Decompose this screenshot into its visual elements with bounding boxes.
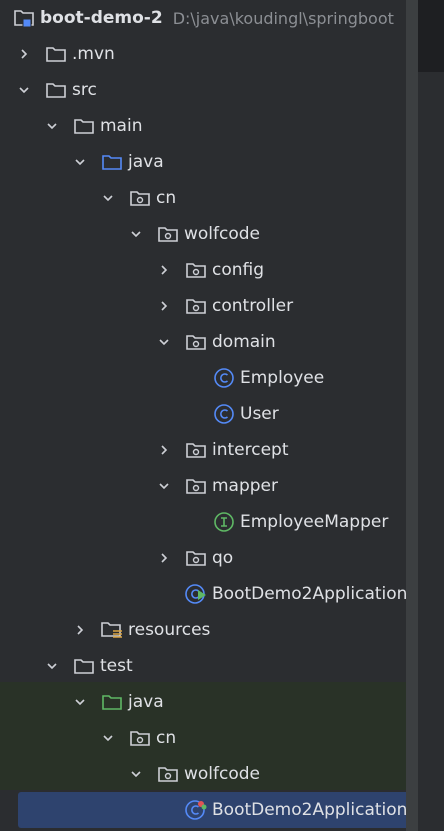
folder-icon <box>44 42 68 66</box>
chevron-down-icon[interactable] <box>128 226 144 242</box>
project-tree: boot-demo-2 D:\java\koudingl\springboot … <box>0 0 418 831</box>
tree-item-label: BootDemo2ApplicationT <box>212 800 418 820</box>
source-folder-icon <box>100 150 124 174</box>
tree-item-label: domain <box>212 332 276 352</box>
chevron-right-icon[interactable] <box>156 262 172 278</box>
module-folder-icon <box>12 6 36 30</box>
project-path: D:\java\koudingl\springboot <box>172 8 394 28</box>
tree-item-label: wolfcode <box>184 224 261 244</box>
tree-item-label: Employee <box>240 368 325 388</box>
tree-row-project-root[interactable]: boot-demo-2 D:\java\koudingl\springboot <box>0 0 418 36</box>
package-icon <box>184 330 208 354</box>
tree-item-label: BootDemo2Application <box>212 584 408 604</box>
tree-row-mapper[interactable]: mapper <box>156 468 418 504</box>
chevron-down-icon[interactable] <box>72 694 88 710</box>
tree-row-qo[interactable]: qo <box>156 540 418 576</box>
class-icon <box>212 402 236 426</box>
tree-row-app-class[interactable]: BootDemo2Application <box>184 576 418 612</box>
package-icon <box>156 762 180 786</box>
folder-icon <box>72 114 96 138</box>
tree-row-main-cn[interactable]: cn <box>100 180 418 216</box>
folder-icon <box>44 78 68 102</box>
chevron-down-icon[interactable] <box>72 154 88 170</box>
tree-item-label: main <box>100 116 143 136</box>
tree-item-label: cn <box>156 188 177 208</box>
chevron-down-icon[interactable] <box>44 118 60 134</box>
package-icon <box>128 726 152 750</box>
chevron-right-icon[interactable] <box>156 550 172 566</box>
chevron-right-icon[interactable] <box>156 298 172 314</box>
scrollbar-track[interactable] <box>418 0 444 831</box>
package-icon <box>184 258 208 282</box>
chevron-down-icon[interactable] <box>100 730 116 746</box>
package-icon <box>184 546 208 570</box>
tree-item-label: mapper <box>212 476 279 496</box>
tree-item-label: .mvn <box>72 44 115 64</box>
tree-row-test-wolfcode[interactable]: wolfcode <box>128 756 418 792</box>
tree-item-label: java <box>128 692 164 712</box>
package-icon <box>184 474 208 498</box>
chevron-down-icon[interactable] <box>156 334 172 350</box>
chevron-down-icon[interactable] <box>44 658 60 674</box>
package-icon <box>184 438 208 462</box>
chevron-down-icon[interactable] <box>100 190 116 206</box>
editor-gutter-strip <box>418 0 444 72</box>
class-icon <box>212 366 236 390</box>
tree-row-domain[interactable]: domain <box>156 324 418 360</box>
spring-boot-class-icon <box>184 582 208 606</box>
tree-item-label: EmployeeMapper <box>240 512 389 532</box>
tree-row-mvn[interactable]: .mvn <box>16 36 418 72</box>
resources-folder-icon <box>100 618 124 642</box>
package-icon <box>156 222 180 246</box>
tree-row-main-wolfcode[interactable]: wolfcode <box>128 216 418 252</box>
tree-row-employee[interactable]: Employee <box>212 360 418 396</box>
tree-row-test-class[interactable]: BootDemo2ApplicationT <box>18 792 418 828</box>
tree-row-test-java[interactable]: java <box>72 684 418 720</box>
chevron-down-icon[interactable] <box>128 766 144 782</box>
tree-item-label: config <box>212 260 265 280</box>
tree-row-test[interactable]: test <box>44 648 418 684</box>
tree-row-controller[interactable]: controller <box>156 288 418 324</box>
tree-item-label: test <box>100 656 133 676</box>
folder-icon <box>72 654 96 678</box>
tree-item-label: qo <box>212 548 234 568</box>
tree-row-employee-mapper[interactable]: EmployeeMapper <box>212 504 418 540</box>
test-class-icon <box>184 798 208 822</box>
chevron-right-icon[interactable] <box>156 442 172 458</box>
tree-item-label: controller <box>212 296 294 316</box>
tree-row-config[interactable]: config <box>156 252 418 288</box>
chevron-down-icon[interactable] <box>156 478 172 494</box>
scrollbar-thumb[interactable] <box>406 0 418 831</box>
chevron-right-icon[interactable] <box>16 46 32 62</box>
tree-row-resources[interactable]: resources <box>72 612 418 648</box>
tree-row-test-cn[interactable]: cn <box>100 720 418 756</box>
chevron-right-icon[interactable] <box>72 622 88 638</box>
tree-row-user[interactable]: User <box>212 396 418 432</box>
tree-item-label: wolfcode <box>184 764 261 784</box>
tree-item-label: java <box>128 152 164 172</box>
test-source-folder-icon <box>100 690 124 714</box>
package-icon <box>128 186 152 210</box>
project-name: boot-demo-2 <box>40 8 163 28</box>
tree-row-main[interactable]: main <box>44 108 418 144</box>
tree-item-label: cn <box>156 728 177 748</box>
tree-row-src[interactable]: src <box>16 72 418 108</box>
tree-item-label: resources <box>128 620 211 640</box>
tree-item-label: src <box>72 80 97 100</box>
tree-item-label: intercept <box>212 440 289 460</box>
tree-row-main-java[interactable]: java <box>72 144 418 180</box>
tree-row-intercept[interactable]: intercept <box>156 432 418 468</box>
interface-icon <box>212 510 236 534</box>
tree-item-label: User <box>240 404 279 424</box>
package-icon <box>184 294 208 318</box>
chevron-down-icon[interactable] <box>16 82 32 98</box>
